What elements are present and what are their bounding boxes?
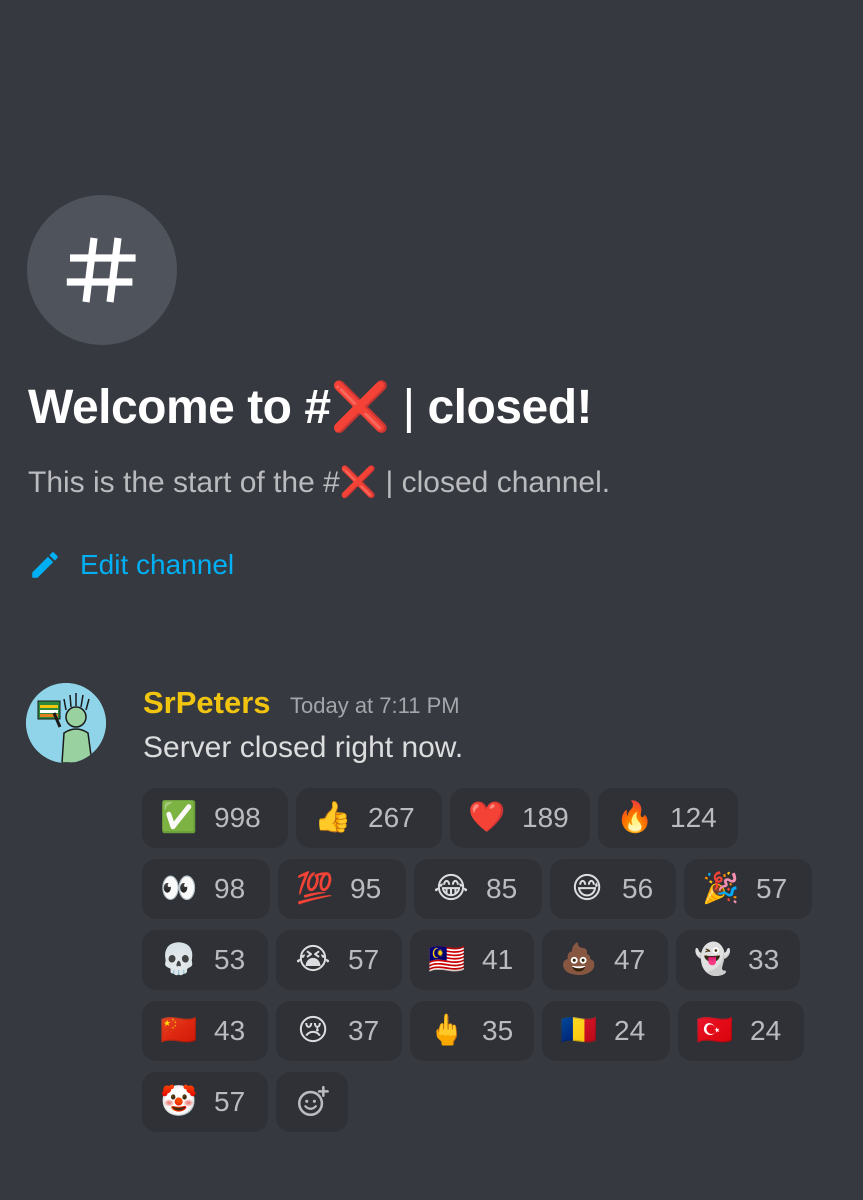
reaction-flag-romania[interactable]: 🇷🇴 24 <box>542 1001 670 1061</box>
cross-mark-icon: ❌ <box>330 381 391 434</box>
skull-icon: 💀 <box>160 943 198 976</box>
reaction-fire[interactable]: 🔥 124 <box>598 788 738 848</box>
reaction-ghost[interactable]: 👻 33 <box>676 930 800 990</box>
reaction-count: 189 <box>522 802 569 833</box>
flag-malaysia-icon: 🇲🇾 <box>428 943 466 976</box>
reaction-check-mark[interactable]: ✅ 998 <box>142 788 288 848</box>
reaction-count: 57 <box>214 1086 246 1117</box>
reaction-pile-of-poo[interactable]: 💩 47 <box>542 930 668 990</box>
reaction-count: 35 <box>482 1015 514 1046</box>
check-mark-button-icon: ✅ <box>160 801 198 834</box>
reaction-count: 47 <box>614 944 646 975</box>
welcome-title-channel: closed! <box>427 381 592 434</box>
flag-romania-icon: 🇷🇴 <box>560 1014 598 1047</box>
reaction-skull[interactable]: 💀 53 <box>142 930 268 990</box>
grinning-sweat-icon: 😅 <box>571 872 603 905</box>
welcome-title: Welcome to #❌ | closed! <box>28 378 592 435</box>
reaction-crying-face[interactable]: 😢 37 <box>276 1001 402 1061</box>
statue-of-liberty-avatar-icon <box>26 683 106 763</box>
cross-mark-icon: ❌ <box>339 466 378 499</box>
reaction-count: 41 <box>482 944 514 975</box>
reaction-count: 53 <box>214 944 246 975</box>
subtitle-prefix: This is the start of the # <box>28 466 340 499</box>
reaction-hundred-points[interactable]: 💯 95 <box>278 859 406 919</box>
tears-of-joy-icon: 😂 <box>433 872 469 905</box>
loudly-crying-icon: 😭 <box>295 943 331 976</box>
reaction-flag-turkey[interactable]: 🇹🇷 24 <box>678 1001 804 1061</box>
reaction-clown-face[interactable]: 🤡 57 <box>142 1072 268 1132</box>
thumbs-up-icon: 👍 <box>314 801 352 834</box>
ghost-icon: 👻 <box>694 943 732 976</box>
message-timestamp: Today at 7:11 PM <box>290 693 460 718</box>
welcome-title-prefix: Welcome to # <box>28 381 331 434</box>
pencil-icon <box>32 552 58 578</box>
reaction-count: 24 <box>750 1015 782 1046</box>
add-reaction-icon <box>297 1085 329 1117</box>
edit-channel-link[interactable]: Edit channel <box>28 548 234 582</box>
clown-face-icon: 🤡 <box>160 1085 198 1118</box>
reaction-tears-of-joy[interactable]: 😂 85 <box>414 859 542 919</box>
reaction-middle-finger[interactable]: 🖕 35 <box>410 1001 534 1061</box>
reaction-count: 98 <box>214 873 246 904</box>
reaction-red-heart[interactable]: ❤️ 189 <box>450 788 590 848</box>
title-separator: | <box>402 381 415 434</box>
red-heart-icon: ❤️ <box>468 801 506 834</box>
reaction-flag-malaysia[interactable]: 🇲🇾 41 <box>410 930 534 990</box>
reaction-count: 998 <box>214 802 261 833</box>
reaction-count: 37 <box>348 1015 380 1046</box>
crying-face-icon: 😢 <box>297 1014 329 1047</box>
edit-channel-label: Edit channel <box>80 549 235 580</box>
flag-turkey-icon: 🇹🇷 <box>696 1014 734 1047</box>
reaction-loudly-crying[interactable]: 😭 57 <box>276 930 402 990</box>
hundred-points-icon: 💯 <box>296 872 334 905</box>
reaction-count: 24 <box>614 1015 646 1046</box>
channel-hash-icon <box>27 195 177 345</box>
reaction-party-popper[interactable]: 🎉 57 <box>684 859 812 919</box>
reaction-count: 43 <box>214 1015 246 1046</box>
reaction-flag-china[interactable]: 🇨🇳 43 <box>142 1001 268 1061</box>
message-username[interactable]: SrPeters <box>143 685 271 721</box>
fire-icon: 🔥 <box>616 801 654 834</box>
reaction-count: 57 <box>348 944 380 975</box>
reaction-count: 57 <box>756 873 788 904</box>
flag-china-icon: 🇨🇳 <box>160 1014 198 1047</box>
subtitle-suffix: | closed channel. <box>385 466 611 499</box>
reaction-count: 95 <box>350 873 382 904</box>
reaction-count: 85 <box>486 873 518 904</box>
avatar[interactable] <box>26 683 106 763</box>
reaction-eyes[interactable]: 👀 98 <box>142 859 270 919</box>
party-popper-icon: 🎉 <box>702 872 740 905</box>
reaction-count: 124 <box>670 802 717 833</box>
eyes-icon: 👀 <box>160 872 198 905</box>
reaction-count: 267 <box>368 802 415 833</box>
channel-view: Welcome to #❌ | closed! This is the star… <box>0 0 863 1200</box>
add-reaction-button[interactable] <box>276 1072 348 1132</box>
middle-finger-icon: 🖕 <box>428 1014 466 1047</box>
reaction-thumbs-up[interactable]: 👍 267 <box>296 788 442 848</box>
reaction-grinning-sweat[interactable]: 😅 56 <box>550 859 676 919</box>
hash-icon <box>66 237 136 303</box>
pile-of-poo-icon: 💩 <box>560 943 598 976</box>
welcome-subtitle: This is the start of the #❌ | closed cha… <box>28 465 610 500</box>
reaction-count: 56 <box>622 873 654 904</box>
message-text: Server closed right now. <box>143 731 464 764</box>
reaction-count: 33 <box>748 944 780 975</box>
